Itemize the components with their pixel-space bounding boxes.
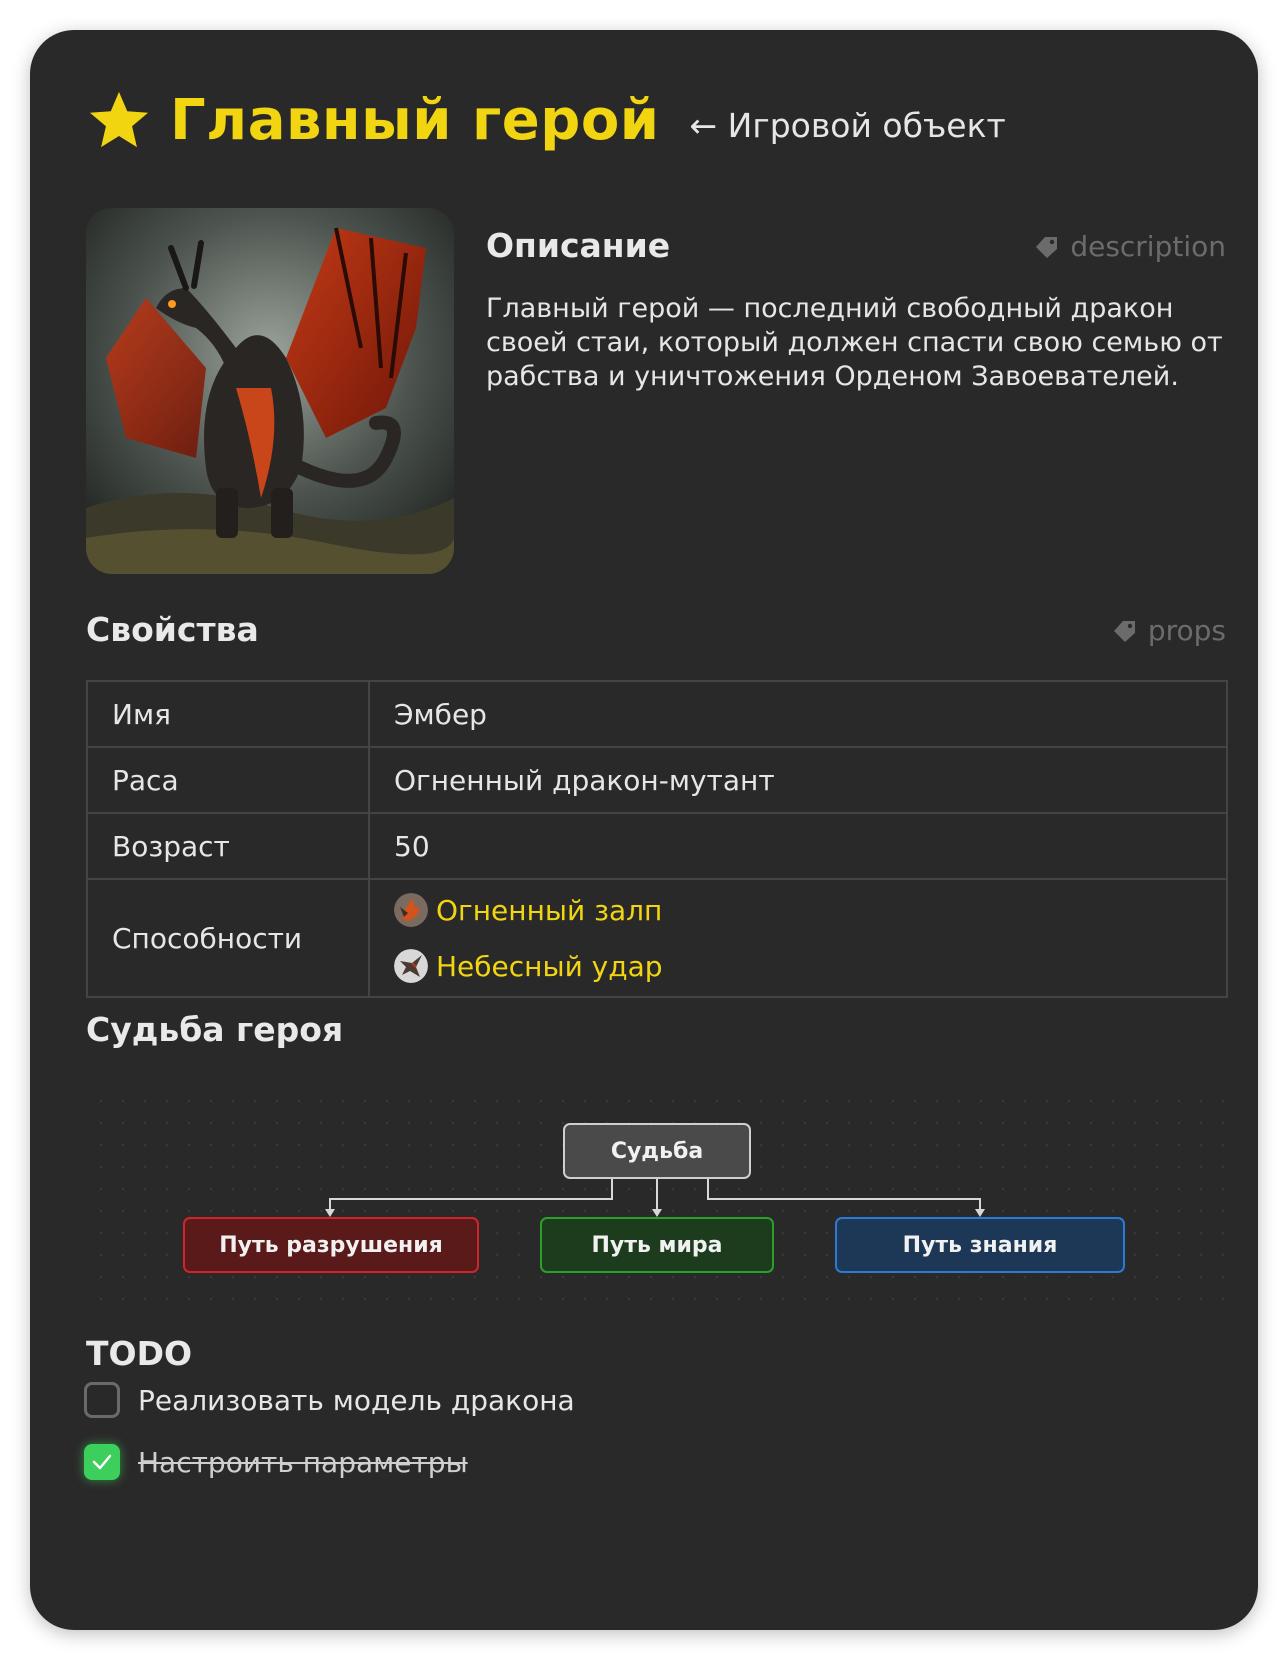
- props-table: Имя Эмбер Раса Огненный дракон-мутант Во…: [86, 680, 1228, 998]
- props-heading: Свойства: [86, 610, 259, 649]
- prop-value-race-link[interactable]: Огненный дракон-мутант: [368, 746, 1228, 814]
- title-row: Главный герой ← Игровой объект: [88, 80, 1006, 160]
- todo-label: Реализовать модель дракона: [138, 1383, 575, 1417]
- character-card: Главный герой ← Игровой объект Описание …: [30, 30, 1258, 1630]
- path-peace-node[interactable]: Путь мира: [540, 1217, 774, 1273]
- checkmark-icon: [92, 1454, 112, 1470]
- todo-label: Настроить параметры: [138, 1445, 468, 1479]
- fate-root-node[interactable]: Судьба: [563, 1123, 751, 1179]
- object-type-link[interactable]: ← Игровой объект: [690, 106, 1006, 145]
- tag-icon: [1034, 234, 1060, 260]
- fate-diagram: Судьба Путь разрушения Путь мира Путь зн…: [90, 1090, 1226, 1300]
- props-tag[interactable]: props: [1112, 614, 1226, 647]
- table-row: Возраст 50: [86, 812, 1228, 880]
- todo-checkbox-checked[interactable]: [84, 1444, 120, 1480]
- fate-header: Судьба героя: [86, 1010, 343, 1060]
- prop-value-abilities: Огненный залп Небесный удар: [368, 878, 1228, 998]
- prop-value-name: Эмбер: [368, 680, 1228, 748]
- path-destruction-node[interactable]: Путь разрушения: [183, 1217, 479, 1273]
- prop-value-age: 50: [368, 812, 1228, 880]
- todo-checkbox[interactable]: [84, 1382, 120, 1418]
- description-tag[interactable]: description: [1034, 230, 1226, 263]
- props-header: Свойства props: [86, 610, 1226, 660]
- dragon-image: [86, 208, 454, 574]
- page-title: Главный герой: [170, 87, 660, 153]
- path-knowledge-node[interactable]: Путь знания: [835, 1217, 1125, 1273]
- description-text: Главный герой — последний свободный драк…: [486, 293, 1223, 392]
- ability-item[interactable]: Огненный залп: [394, 882, 1202, 938]
- sky-strike-ability-icon: [394, 949, 428, 983]
- fire-ability-icon: [394, 893, 428, 927]
- tag-icon: [1112, 618, 1138, 644]
- star-icon: [88, 89, 150, 151]
- table-row: Имя Эмбер: [86, 680, 1228, 748]
- ability-label: Огненный залп: [436, 893, 663, 927]
- table-row: Способности Огненный залп Небесный удар: [86, 878, 1228, 998]
- prop-key: Возраст: [86, 812, 370, 880]
- todo-heading: TODO: [86, 1334, 193, 1373]
- todo-item: Настроить параметры: [84, 1444, 468, 1480]
- table-row: Раса Огненный дракон-мутант: [86, 746, 1228, 814]
- prop-key: Имя: [86, 680, 370, 748]
- prop-key: Раса: [86, 746, 370, 814]
- todo-header: TODO: [86, 1334, 192, 1373]
- fate-heading: Судьба героя: [86, 1010, 344, 1049]
- description-header: Описание description: [486, 226, 1226, 276]
- description-heading: Описание: [486, 226, 671, 265]
- prop-key: Способности: [86, 878, 370, 998]
- ability-label: Небесный удар: [436, 949, 663, 983]
- todo-item: Реализовать модель дракона: [84, 1382, 575, 1418]
- description-tag-label: description: [1070, 230, 1226, 263]
- ability-item[interactable]: Небесный удар: [394, 938, 1202, 994]
- props-tag-label: props: [1147, 614, 1226, 647]
